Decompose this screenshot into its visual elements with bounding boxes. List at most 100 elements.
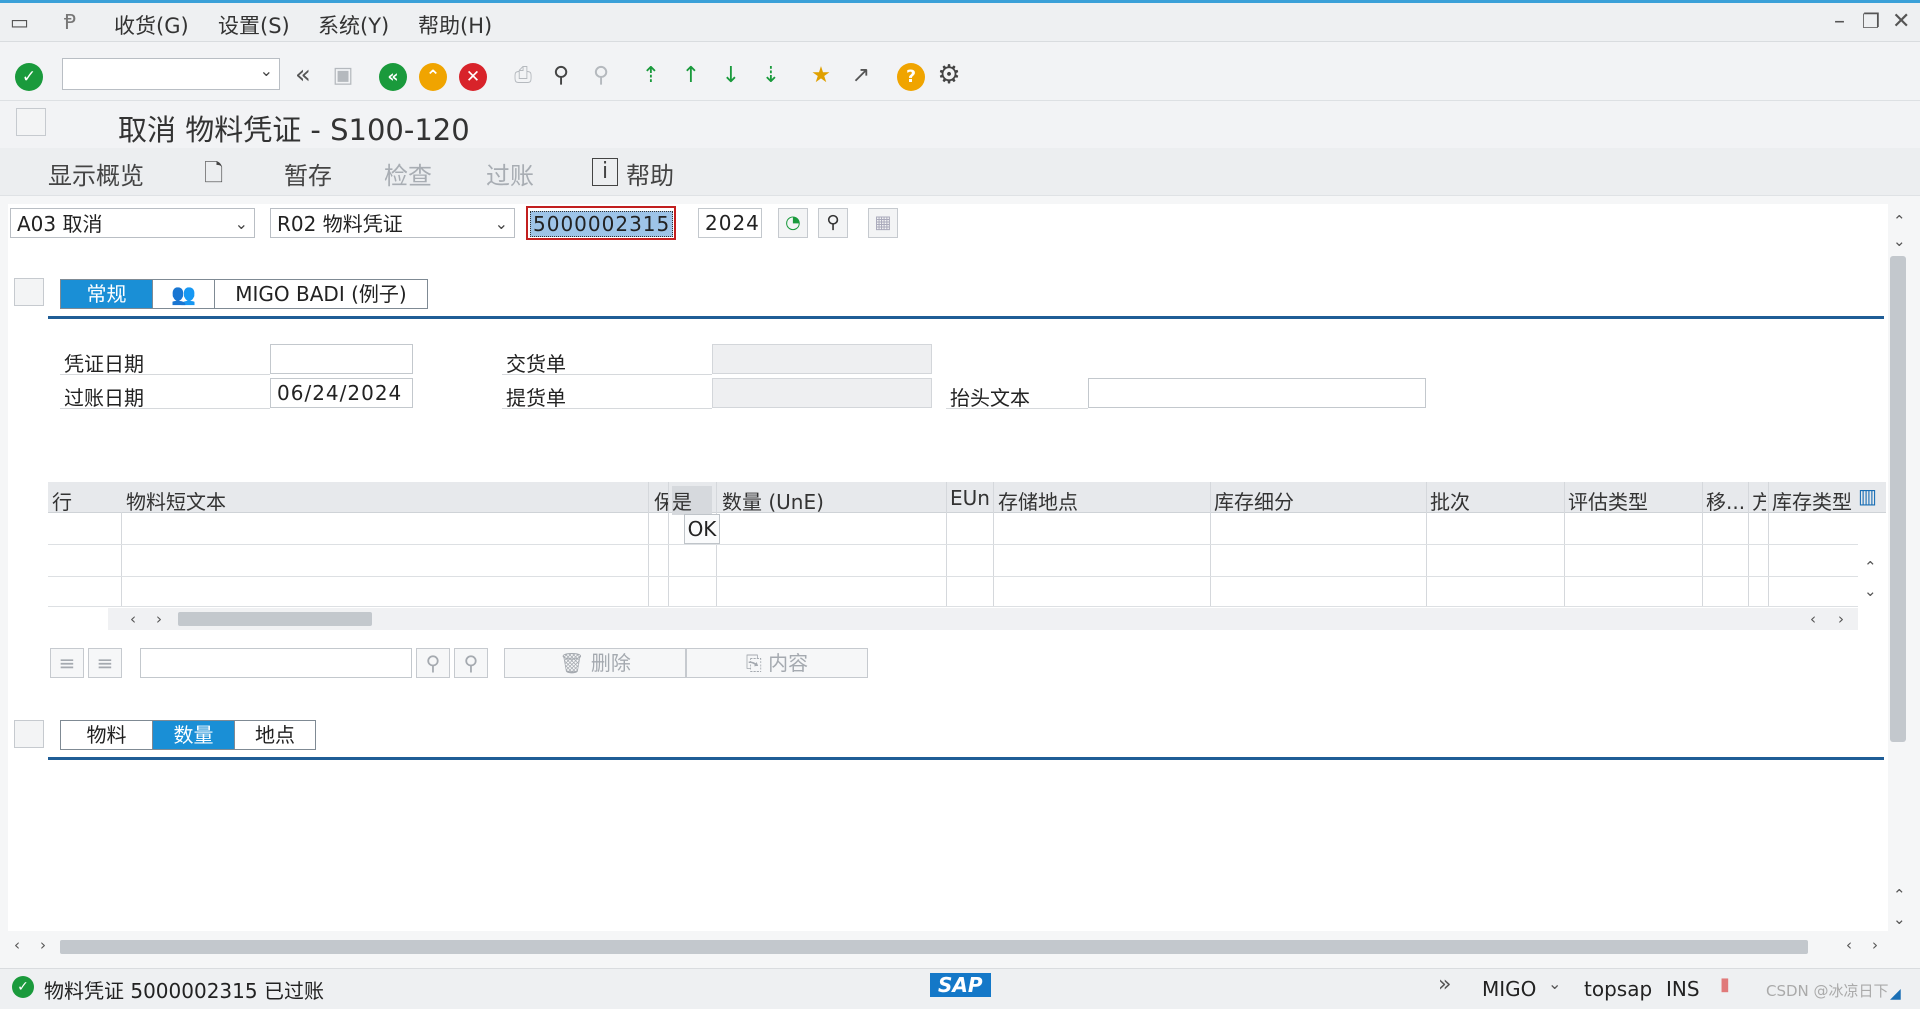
- scroll-down-icon[interactable]: ⌄: [1893, 232, 1906, 250]
- exit-icon[interactable]: ⌃: [418, 62, 448, 92]
- tab-general[interactable]: 常规: [61, 280, 153, 308]
- scroll-up-icon[interactable]: ⌃: [1893, 212, 1906, 230]
- column-header-storage-location[interactable]: 存储地点: [998, 486, 1198, 515]
- check-button[interactable]: 检查: [384, 156, 432, 191]
- calculator-icon[interactable]: ▦: [868, 208, 898, 238]
- grid-scroll-up-icon[interactable]: ⌃: [1864, 558, 1877, 576]
- column-header-line[interactable]: 行: [52, 486, 102, 515]
- column-header-stock-type[interactable]: 库存类型: [1772, 486, 1858, 515]
- help-icon[interactable]: ?: [896, 62, 926, 92]
- grid-scroll-down-icon[interactable]: ⌄: [1864, 582, 1877, 600]
- scroll-right-icon[interactable]: ›: [156, 610, 162, 628]
- main-horizontal-scrollbar[interactable]: [60, 940, 1808, 954]
- help-button[interactable]: 帮助: [626, 156, 674, 191]
- scroll-left-icon[interactable]: ‹: [1846, 936, 1852, 954]
- menu-item-settings[interactable]: 设置(S): [218, 10, 290, 40]
- column-header-stock-segment[interactable]: 库存细分: [1214, 486, 1414, 515]
- scroll-right-icon[interactable]: ›: [1872, 936, 1878, 954]
- column-header-batch[interactable]: 批次: [1430, 486, 1530, 515]
- table-row[interactable]: [48, 544, 1858, 545]
- menu-item-goods-receipt[interactable]: 收货(G): [114, 10, 189, 40]
- scroll-up-icon[interactable]: ⌃: [1893, 886, 1906, 904]
- scroll-left-icon[interactable]: ‹: [130, 610, 136, 628]
- expand-status-icon[interactable]: »: [1438, 972, 1451, 997]
- back-double-chevron-icon[interactable]: «: [288, 60, 318, 90]
- minimize-icon[interactable]: –: [1834, 9, 1845, 34]
- find-icon[interactable]: ⚲: [818, 208, 848, 238]
- collapse-detail-icon[interactable]: [14, 720, 44, 748]
- new-session-icon[interactable]: ★: [806, 60, 836, 90]
- scroll-left-icon[interactable]: ‹: [14, 936, 20, 954]
- command-field[interactable]: ⌄: [62, 58, 280, 90]
- chevron-down-icon[interactable]: ⌄: [1548, 974, 1561, 993]
- scroll-right-icon[interactable]: ›: [40, 936, 46, 954]
- delete-button[interactable]: 🗑 删除: [504, 648, 686, 678]
- column-header-valuation-type[interactable]: 评估类型: [1568, 486, 1688, 515]
- settings-icon[interactable]: ⚙: [934, 60, 964, 90]
- tab-migo-badi[interactable]: MIGO BADI (例子): [215, 280, 427, 308]
- align-icon[interactable]: ≡: [50, 648, 84, 678]
- shortcut-icon[interactable]: ↗: [846, 60, 876, 90]
- column-header-quantity[interactable]: 数量 (UnE): [722, 486, 922, 515]
- column-header-direction[interactable]: 方: [1752, 486, 1766, 515]
- find-icon[interactable]: ⚲: [416, 648, 450, 678]
- tab-quantity[interactable]: 数量: [153, 721, 235, 749]
- sap-logo-menu-icon[interactable]: Ᵽ: [64, 10, 76, 34]
- reference-dropdown[interactable]: R02 物料凭证 ⌄: [270, 208, 515, 238]
- find-next-icon[interactable]: ⚲: [586, 60, 616, 90]
- column-header-material-text[interactable]: 物料短文本: [126, 486, 626, 515]
- tab-material[interactable]: 物料: [61, 721, 153, 749]
- column-header-keep[interactable]: 保: [654, 486, 668, 515]
- cancel-icon[interactable]: ✕: [458, 62, 488, 92]
- filter-icon[interactable]: ≡: [88, 648, 122, 678]
- ok-cell[interactable]: OK: [684, 514, 720, 544]
- collapse-header-icon[interactable]: [14, 278, 44, 306]
- action-dropdown[interactable]: A03 取消 ⌄: [10, 208, 255, 238]
- year-field[interactable]: 2024: [698, 208, 762, 238]
- column-header-ok[interactable]: 是: [672, 486, 712, 515]
- scroll-left-icon[interactable]: ‹: [1810, 610, 1816, 628]
- hold-button[interactable]: 暂存: [284, 156, 332, 191]
- menu-item-system[interactable]: 系统(Y): [318, 10, 389, 40]
- prev-page-icon[interactable]: ↑: [676, 60, 706, 90]
- posting-date-field[interactable]: 06/24/2024: [270, 378, 413, 408]
- restore-icon[interactable]: ❐: [1862, 9, 1880, 33]
- header-text-field[interactable]: [1088, 378, 1426, 408]
- status-message[interactable]: 物料凭证 5000002315 已过账: [44, 975, 324, 1004]
- menu-list-icon[interactable]: [16, 108, 46, 136]
- first-page-icon[interactable]: ⇡: [636, 60, 666, 90]
- resize-grip-icon[interactable]: ◢: [1890, 986, 1901, 1002]
- column-settings-icon[interactable]: ▥: [1858, 484, 1877, 508]
- save-icon[interactable]: ▣: [328, 60, 358, 90]
- enter-icon[interactable]: ✓: [14, 62, 44, 92]
- menu-item-help[interactable]: 帮助(H): [418, 10, 492, 40]
- show-overview-button[interactable]: 显示概览: [48, 156, 144, 191]
- back-green-icon[interactable]: «: [378, 62, 408, 92]
- find-next-icon[interactable]: ⚲: [454, 648, 488, 678]
- last-page-icon[interactable]: ⇣: [756, 60, 786, 90]
- tab-partner-icon[interactable]: 👥: [153, 280, 215, 308]
- print-icon[interactable]: ⎙: [508, 60, 538, 90]
- content-button[interactable]: ⎘ 内容: [686, 648, 868, 678]
- post-button[interactable]: 过账: [486, 156, 534, 191]
- grid-scrollbar-thumb[interactable]: [178, 612, 372, 626]
- close-window-icon[interactable]: ✕: [1892, 9, 1910, 34]
- scroll-down-icon[interactable]: ⌄: [1893, 910, 1906, 928]
- column-header-movement[interactable]: 移...: [1706, 486, 1748, 515]
- new-document-icon[interactable]: 🗋: [204, 156, 223, 197]
- document-date-field[interactable]: [270, 344, 413, 374]
- system-menu-icon[interactable]: ▭: [10, 10, 29, 34]
- table-row[interactable]: [48, 576, 1858, 577]
- document-number-field[interactable]: 5000002315: [526, 206, 676, 240]
- execute-icon[interactable]: ◔: [778, 208, 808, 238]
- find-icon[interactable]: ⚲: [546, 60, 576, 90]
- vertical-scrollbar-thumb[interactable]: [1890, 256, 1906, 742]
- grid-search-input[interactable]: [140, 648, 412, 678]
- scroll-right-icon[interactable]: ›: [1838, 610, 1844, 628]
- tab-location[interactable]: 地点: [235, 721, 315, 749]
- next-page-icon[interactable]: ↓: [716, 60, 746, 90]
- table-row[interactable]: [48, 606, 1858, 607]
- chevron-down-icon[interactable]: ⌄: [260, 61, 273, 80]
- info-icon[interactable]: i: [592, 158, 618, 186]
- column-header-unit[interactable]: EUn: [950, 486, 996, 510]
